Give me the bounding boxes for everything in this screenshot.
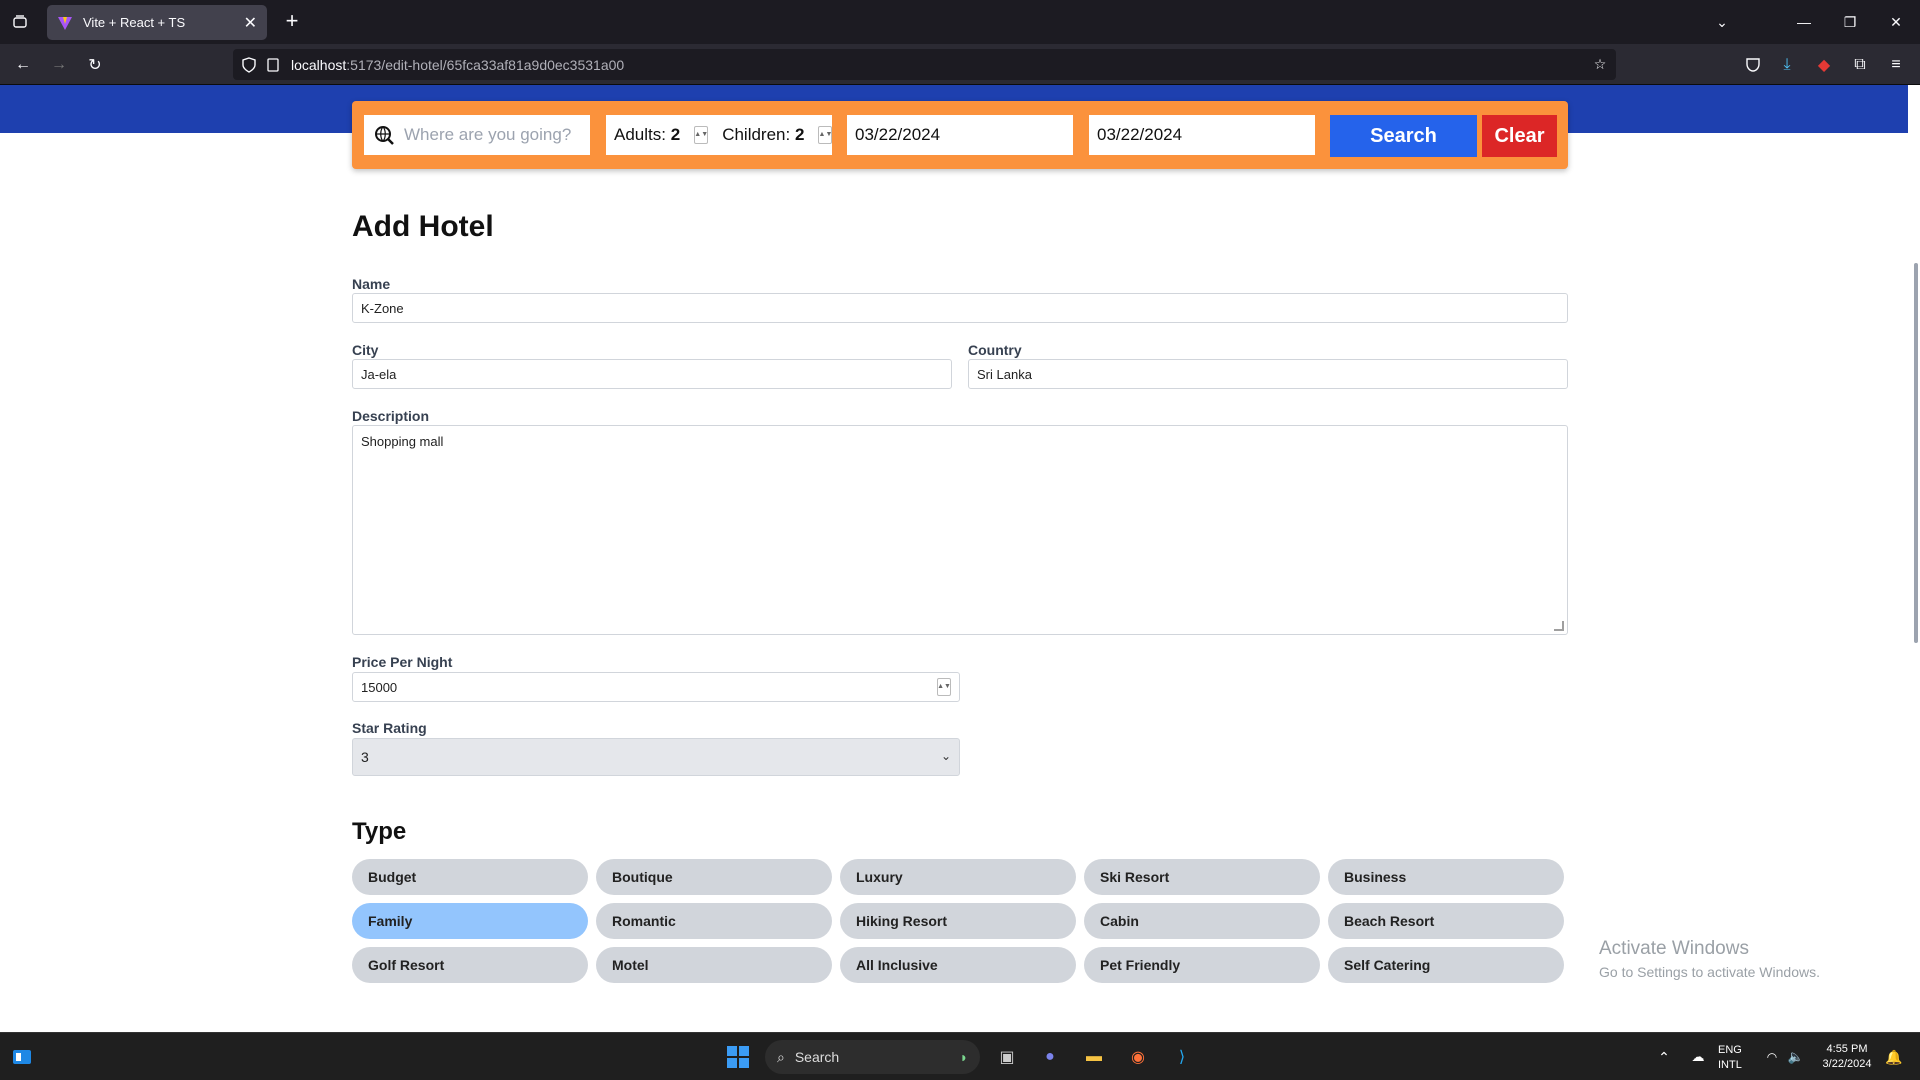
country-input[interactable]: Sri Lanka	[968, 359, 1568, 389]
language-indicator[interactable]: ENG INTL	[1718, 1043, 1742, 1073]
type-grid: Budget Boutique Luxury Ski Resort Business Fa…	[352, 859, 1568, 983]
watermark-line2: Go to Settings to activate Windows.	[1599, 964, 1820, 980]
type-option[interactable]: Boutique	[596, 859, 832, 895]
volume-icon[interactable]: 🔈	[1780, 1041, 1812, 1073]
browser-tab[interactable]: Vite + React + TS ✕	[47, 5, 267, 40]
extension-icon[interactable]: ◆	[1811, 52, 1837, 78]
type-section-title: Type	[352, 818, 407, 845]
url-bar[interactable]: localhost:5173/edit-hotel/65fca33af81a9d…	[233, 49, 1616, 80]
extensions-puzzle-icon[interactable]: ⧉	[1847, 52, 1873, 78]
search-bar: Where are you going? Adults: 2 ▲▼ Childr…	[352, 101, 1568, 169]
search-highlight-icon: ◗	[959, 1049, 968, 1065]
onedrive-icon[interactable]: ☁	[1682, 1041, 1714, 1073]
tab-title: Vite + React + TS	[83, 15, 186, 30]
browser-tab-bar: Vite + React + TS ✕ + ⌄ — ❐ ✕	[0, 0, 1920, 44]
scrollbar-thumb[interactable]	[1914, 263, 1918, 643]
page-icon[interactable]	[263, 55, 283, 75]
price-label: Price Per Night	[352, 654, 453, 670]
type-option[interactable]: All Inclusive	[840, 947, 1076, 983]
type-option[interactable]: Self Catering	[1328, 947, 1564, 983]
minimize-icon[interactable]: —	[1781, 0, 1827, 44]
type-option[interactable]: Romantic	[596, 903, 832, 939]
type-option[interactable]: Family	[352, 903, 588, 939]
check-out-date-input[interactable]: 03/22/2024	[1089, 115, 1315, 155]
type-option[interactable]: Cabin	[1084, 903, 1320, 939]
search-icon: ⌕	[777, 1048, 785, 1065]
file-explorer-icon[interactable]: ▬	[1078, 1041, 1110, 1073]
children-label: Children:	[722, 125, 791, 144]
tab-overflow-chevron-icon[interactable]: ⌄	[1699, 0, 1745, 44]
destination-input[interactable]: Where are you going?	[364, 115, 590, 155]
url-text: localhost:5173/edit-hotel/65fca33af81a9d…	[291, 56, 625, 73]
watermark-line1: Activate Windows	[1599, 938, 1749, 959]
destination-placeholder: Where are you going?	[404, 125, 572, 144]
search-button[interactable]: Search	[1330, 115, 1477, 157]
adults-label: Adults:	[614, 125, 666, 144]
description-label: Description	[352, 408, 430, 424]
taskbar-search[interactable]: ⌕ Search ◗	[765, 1040, 980, 1074]
type-option[interactable]: Pet Friendly	[1084, 947, 1320, 983]
page-scrollbar[interactable]	[1908, 85, 1920, 1032]
teams-icon[interactable]: ●	[1034, 1041, 1066, 1073]
type-option[interactable]: Ski Resort	[1084, 859, 1320, 895]
children-stepper[interactable]: ▲▼	[818, 126, 833, 144]
adults-value[interactable]: 2	[671, 125, 680, 145]
price-value: 15000	[361, 679, 398, 695]
price-stepper[interactable]: ▲▼	[937, 678, 951, 696]
type-option[interactable]: Motel	[596, 947, 832, 983]
task-view-icon[interactable]: ▣	[991, 1041, 1023, 1073]
back-icon[interactable]: ←	[10, 52, 36, 78]
type-option[interactable]: Luxury	[840, 859, 1076, 895]
city-input[interactable]: Ja-ela	[352, 359, 952, 389]
children-value[interactable]: 2	[795, 125, 804, 145]
type-option[interactable]: Hiking Resort	[840, 903, 1076, 939]
type-option[interactable]: Beach Resort	[1328, 903, 1564, 939]
firefox-icon[interactable]: ◉	[1122, 1041, 1154, 1073]
windows-start-icon[interactable]	[722, 1041, 754, 1073]
close-tab-icon[interactable]: ✕	[244, 13, 257, 33]
taskbar-search-label: Search	[794, 1049, 840, 1065]
tray-chevron-up-icon[interactable]: ⌃	[1648, 1041, 1680, 1073]
vscode-icon[interactable]: ⟩	[1166, 1041, 1198, 1073]
city-label: City	[352, 342, 379, 358]
price-input[interactable]: 15000 ▲▼	[352, 672, 960, 702]
notifications-bell-icon[interactable]: 🔔	[1878, 1041, 1910, 1073]
downloads-icon[interactable]: ⤓	[1774, 52, 1800, 78]
star-rating-label: Star Rating	[352, 720, 427, 736]
name-input[interactable]: K-Zone	[352, 293, 1568, 323]
vite-logo-icon	[58, 16, 72, 30]
description-value: Shopping mall	[361, 434, 444, 449]
resize-handle-icon[interactable]	[1554, 621, 1564, 631]
reload-icon[interactable]: ↻	[82, 52, 108, 78]
forward-icon[interactable]: →	[46, 52, 72, 78]
clear-button[interactable]: Clear	[1482, 115, 1557, 157]
type-option[interactable]: Golf Resort	[352, 947, 588, 983]
star-rating-select[interactable]: 3 ⌄	[352, 738, 960, 776]
country-label: Country	[968, 342, 1022, 358]
description-textarea[interactable]: Shopping mall	[352, 425, 1568, 635]
check-in-date-input[interactable]: 03/22/2024	[847, 115, 1073, 155]
shield-icon[interactable]	[239, 55, 259, 75]
browser-nav-bar: ← → ↻ localhost:5173/edit-hotel/65fca33a…	[0, 44, 1920, 85]
bookmark-star-icon[interactable]: ☆	[1590, 55, 1610, 75]
chevron-down-icon: ⌄	[940, 749, 951, 763]
close-window-icon[interactable]: ✕	[1873, 0, 1919, 44]
clock[interactable]: 4:55 PM 3/22/2024	[1817, 1042, 1877, 1072]
pocket-icon[interactable]	[1740, 52, 1766, 78]
adults-stepper[interactable]: ▲▼	[694, 126, 709, 144]
guests-field: Adults: 2 ▲▼ Children: 2 ▲▼	[606, 115, 833, 155]
windows-taskbar: ⌕ Search ◗ ▣ ● ▬ ◉ ⟩ ⌃ ☁ ENG INTL ◠ 🔈 4:…	[0, 1032, 1920, 1080]
star-rating-value: 3	[361, 749, 369, 765]
globe-search-icon	[375, 126, 394, 145]
page-title: Add Hotel	[352, 210, 494, 243]
restore-icon[interactable]: ❐	[1827, 0, 1873, 44]
activate-windows-watermark: Activate Windows Go to Settings to activ…	[1599, 938, 1820, 980]
type-option[interactable]: Business	[1328, 859, 1564, 895]
tab-list-icon[interactable]	[8, 10, 32, 34]
name-label: Name	[352, 276, 391, 292]
menu-icon[interactable]: ≡	[1883, 52, 1909, 78]
new-tab-icon[interactable]: +	[280, 10, 304, 34]
type-option[interactable]: Budget	[352, 859, 588, 895]
widgets-icon[interactable]	[6, 1041, 38, 1073]
